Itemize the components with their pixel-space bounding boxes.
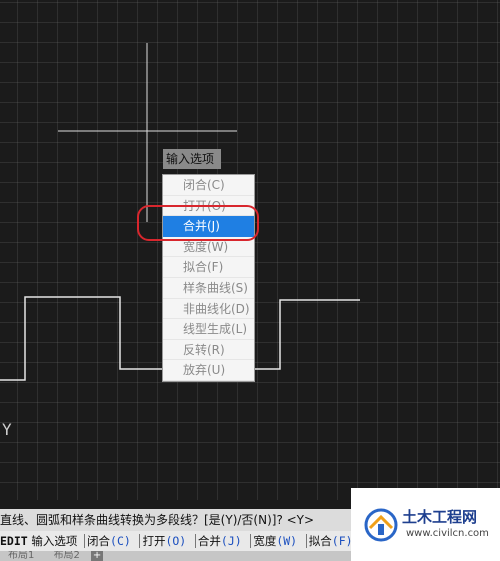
watermark-url: www.civilcn.com <box>406 528 489 539</box>
command-option-join[interactable]: 合并(J) <box>194 534 244 548</box>
tab-layout1[interactable]: 布局1 <box>0 551 42 561</box>
command-option-width[interactable]: 宽度(W) <box>250 534 300 548</box>
menu-title: 输入选项 <box>163 149 221 169</box>
menu-item-linetype-gen[interactable]: 线型生成(L) <box>163 319 254 340</box>
menu-item-fit[interactable]: 拟合(F) <box>163 257 254 278</box>
command-option-fit[interactable]: 拟合(F) <box>305 534 355 548</box>
annotation-highlight-circle <box>137 205 259 241</box>
menu-item-close[interactable]: 闭合(C) <box>163 175 254 196</box>
command-option-open[interactable]: 打开(O) <box>139 534 189 548</box>
watermark-title: 土木工程网 <box>402 508 478 526</box>
menu-item-undo[interactable]: 放弃(U) <box>163 360 254 381</box>
menu-item-spline[interactable]: 样条曲线(S) <box>163 278 254 299</box>
watermark: 土木工程网 www.civilcn.com <box>351 488 500 561</box>
ucs-y-axis-label: Y <box>2 420 12 439</box>
tab-layout2[interactable]: 布局2 <box>46 551 88 561</box>
menu-item-decurve[interactable]: 非曲线化(D) <box>163 299 254 320</box>
command-name: EDIT <box>0 534 28 548</box>
command-input-label: 输入选项 <box>31 534 78 548</box>
civilcn-logo-icon <box>364 508 398 542</box>
menu-item-reverse[interactable]: 反转(R) <box>163 340 254 361</box>
add-layout-button[interactable]: + <box>91 551 104 561</box>
command-option-close[interactable]: 闭合(C) <box>84 534 133 548</box>
